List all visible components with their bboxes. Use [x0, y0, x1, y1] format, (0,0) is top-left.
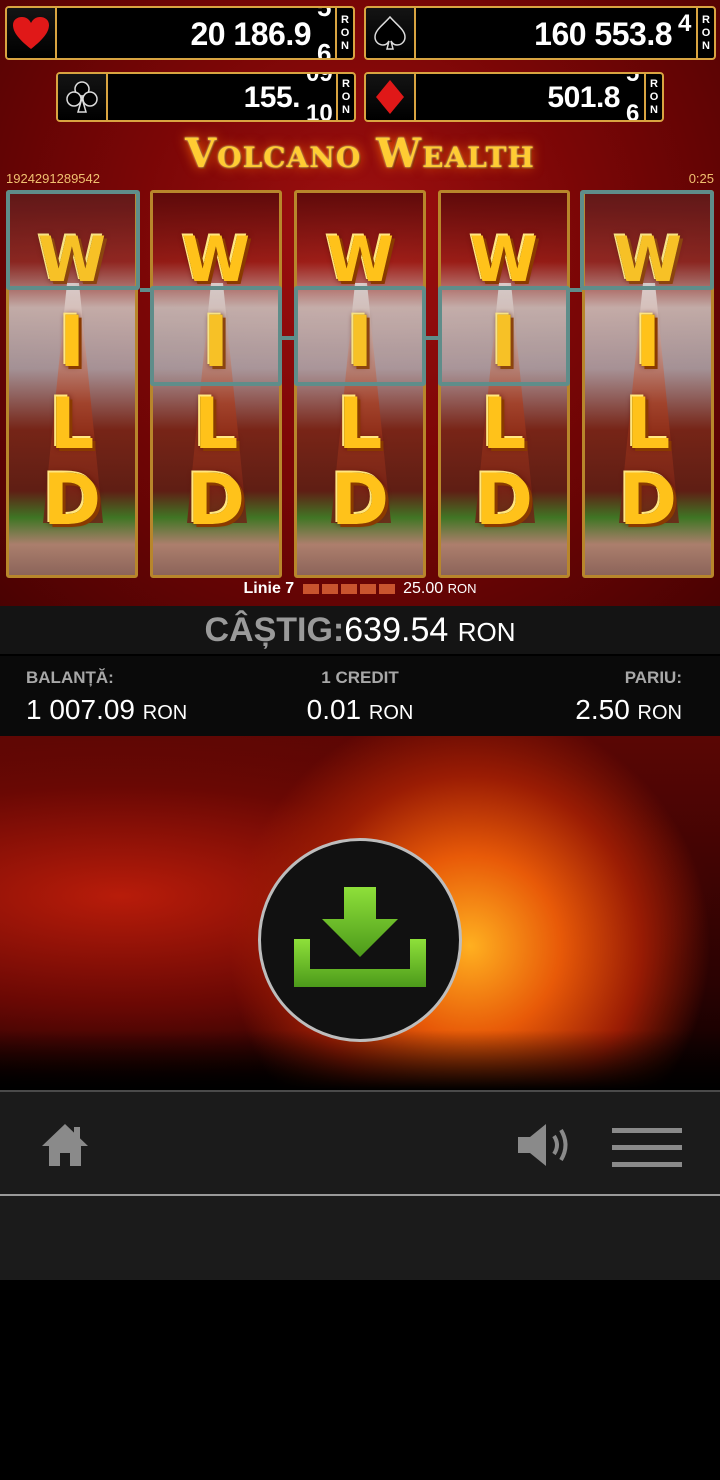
win-frame-reel-5: [580, 190, 714, 290]
win-amount: 639.54: [344, 611, 449, 649]
wild-letter: D: [474, 459, 534, 541]
rolling-digit-bottom: 6: [317, 38, 332, 58]
bet-display[interactable]: PARIU: 2.50 RON: [575, 668, 682, 726]
win-currency: RON: [457, 617, 516, 647]
jackpot-diamond-currency: R O N: [644, 74, 662, 120]
currency-letter: N: [650, 103, 658, 116]
jackpot-spade-value: 160 553.8: [534, 16, 672, 52]
jackpot-diamond-rolling-digit: 5 6: [626, 74, 644, 120]
spade-icon: [366, 8, 416, 58]
currency-letter: O: [340, 26, 350, 39]
wild-letter: D: [330, 459, 390, 541]
win-line-info: Linie 7 25.00 RON: [0, 580, 720, 598]
wild-letter: L: [49, 383, 95, 465]
jackpot-heart-value: 20 186.9: [190, 16, 311, 52]
win-frame-reel-2: [150, 286, 282, 386]
currency-letter: O: [341, 90, 351, 103]
diamond-icon: [366, 74, 416, 120]
jackpot-heart-rolling-digit: 5 6: [317, 8, 335, 58]
win-frame-reel-1: [6, 190, 140, 290]
wild-letter: I: [58, 301, 86, 383]
spin-area-background: [0, 736, 720, 1090]
wild-letter: L: [193, 383, 239, 465]
game-title-logo: Volcano Wealth: [185, 130, 535, 177]
bet-currency: RON: [637, 702, 682, 724]
bet-label: PARIU:: [624, 668, 682, 687]
win-frame-reel-4: [438, 286, 570, 386]
line-coins-icon: [302, 583, 395, 594]
rolling-digit-top: 09: [306, 74, 333, 88]
jackpot-spade-currency: R O N: [696, 8, 714, 58]
session-time: 0:25: [688, 171, 714, 186]
menu-button[interactable]: [612, 1128, 682, 1168]
win-bar: CÂȘTIG:639.54 RON: [0, 606, 720, 654]
win-line-currency: RON: [447, 581, 477, 596]
jackpot-club: 155. 09 10 R O N: [56, 72, 356, 122]
currency-letter: O: [649, 90, 659, 103]
jackpot-diamond: 501.8 5 6 R O N: [364, 72, 664, 122]
win-line-amount: 25.00: [403, 580, 444, 597]
wild-letter: D: [618, 459, 678, 541]
info-bar: BALANȚĂ: 1 007.09 RON 1 CREDIT 0.01 RON …: [0, 656, 720, 736]
game-top-area: 20 186.9 5 6 R O N 160 553.8 4 R O N 155…: [0, 0, 720, 606]
credit-currency: RON: [368, 702, 414, 724]
session-id: 1924291289542: [6, 171, 100, 186]
currency-letter: O: [701, 26, 711, 39]
bottom-blank-area: [0, 1280, 720, 1480]
jackpot-diamond-value: 501.8: [547, 81, 620, 114]
win-line-connector: [568, 288, 582, 292]
home-icon: [42, 1124, 88, 1166]
jackpot-spade: 160 553.8 4 R O N: [364, 6, 716, 60]
rolling-digit-top: 5: [626, 74, 639, 88]
rolling-digit-bottom: 10: [306, 100, 333, 120]
blank-bar: [0, 1196, 720, 1280]
win-label: CÂȘTIG:: [204, 611, 345, 649]
win-line-connector: [140, 288, 152, 292]
rolling-digit-top: 5: [317, 8, 331, 23]
wild-letter: L: [481, 383, 527, 465]
wild-letter: L: [337, 383, 383, 465]
currency-letter: R: [650, 77, 658, 90]
home-button[interactable]: [40, 1122, 90, 1168]
bottom-toolbar: [0, 1090, 720, 1196]
jackpot-club-rolling-digit: 09 10: [306, 74, 336, 120]
currency-letter: N: [341, 39, 349, 52]
wild-letter: I: [634, 301, 662, 383]
collect-arrow-icon: [294, 887, 426, 987]
wild-letter: D: [42, 459, 102, 541]
credit-value: 0.01: [306, 694, 362, 725]
jackpot-heart: 20 186.9 5 6 R O N: [5, 6, 355, 60]
win-frame-reel-3: [294, 286, 426, 386]
heart-icon: [7, 8, 57, 58]
jackpot-spade-rolling-digit: 4: [678, 8, 696, 58]
currency-letter: R: [341, 13, 349, 26]
currency-letter: N: [702, 39, 710, 52]
club-icon: [58, 74, 108, 120]
wild-letter: D: [186, 459, 246, 541]
win-line-connector: [282, 336, 294, 340]
jackpot-heart-currency: R O N: [335, 8, 353, 58]
currency-letter: N: [342, 103, 350, 116]
currency-letter: R: [342, 77, 350, 90]
bet-value: 2.50: [575, 694, 630, 725]
speaker-icon: [518, 1124, 568, 1166]
currency-letter: R: [702, 13, 710, 26]
win-line-label: Linie 7: [243, 580, 295, 597]
rolling-digit-bottom: 6: [626, 100, 640, 120]
wild-letter: L: [625, 383, 671, 465]
menu-icon: [612, 1128, 682, 1167]
rolling-digit-top: 4: [678, 10, 692, 37]
jackpot-club-currency: R O N: [336, 74, 354, 120]
win-line-connector: [426, 336, 438, 340]
jackpot-club-value: 155.: [243, 81, 301, 114]
sound-button[interactable]: [516, 1122, 572, 1168]
spin-button[interactable]: [258, 838, 462, 1042]
